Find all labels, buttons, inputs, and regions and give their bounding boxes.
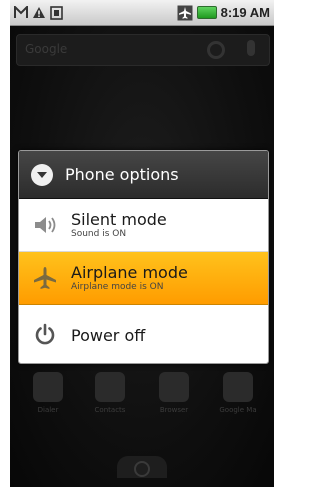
- option-silent-mode[interactable]: Silent mode Sound is ON: [19, 199, 268, 252]
- battery-icon: [196, 6, 217, 19]
- home-app-row: Dialer Contacts Browser Google Ma: [10, 370, 274, 430]
- warning-icon: [33, 7, 45, 18]
- option-label: Airplane mode: [71, 263, 188, 282]
- app-maps: Google Ma: [218, 372, 258, 414]
- browser-icon: [159, 372, 189, 402]
- phone-options-dialog: Phone options Silent mode Sound is ON Ai…: [18, 150, 269, 364]
- option-label: Silent mode: [71, 210, 167, 229]
- status-time: 8:19 AM: [220, 5, 270, 20]
- airplane-signal-icon: [177, 5, 193, 20]
- app-label: Dialer: [37, 406, 59, 414]
- options-list: Silent mode Sound is ON Airplane mode Ai…: [19, 199, 268, 363]
- app-label: Browser: [159, 406, 189, 414]
- power-icon: [31, 321, 59, 349]
- contacts-icon: [95, 372, 125, 402]
- dialer-icon: [33, 372, 63, 402]
- option-status: Airplane mode is ON: [71, 282, 164, 292]
- option-label: Power off: [71, 325, 146, 345]
- option-power-off[interactable]: Power off: [19, 305, 268, 363]
- launcher-icon: [134, 461, 150, 477]
- status-bar: 8:19 AM: [10, 0, 274, 26]
- search-hint: Google: [25, 42, 68, 56]
- app-label: Google Ma: [219, 406, 257, 414]
- gmail-icon: [14, 6, 28, 18]
- sd-card-icon: [50, 5, 63, 20]
- app-contacts: Contacts: [90, 372, 130, 414]
- launcher-tab: [117, 456, 167, 478]
- home-search-bar: Google: [16, 34, 270, 66]
- app-browser: Browser: [154, 372, 194, 414]
- phone-screen: 8:19 AM Google Dialer Contacts Browser G…: [10, 0, 274, 487]
- option-airplane-mode[interactable]: Airplane mode Airplane mode is ON: [19, 252, 268, 305]
- mic-icon: [247, 40, 255, 56]
- airplane-icon: [31, 264, 59, 292]
- speaker-icon: [31, 211, 59, 239]
- dialog-title: Phone options: [65, 165, 179, 184]
- maps-icon: [223, 372, 253, 402]
- app-label: Contacts: [94, 406, 126, 414]
- dialog-header: Phone options: [19, 151, 268, 199]
- option-status: Sound is ON: [71, 229, 127, 239]
- chevron-down-icon: [31, 163, 53, 186]
- app-dialer: Dialer: [28, 372, 68, 414]
- search-icon: [207, 41, 225, 59]
